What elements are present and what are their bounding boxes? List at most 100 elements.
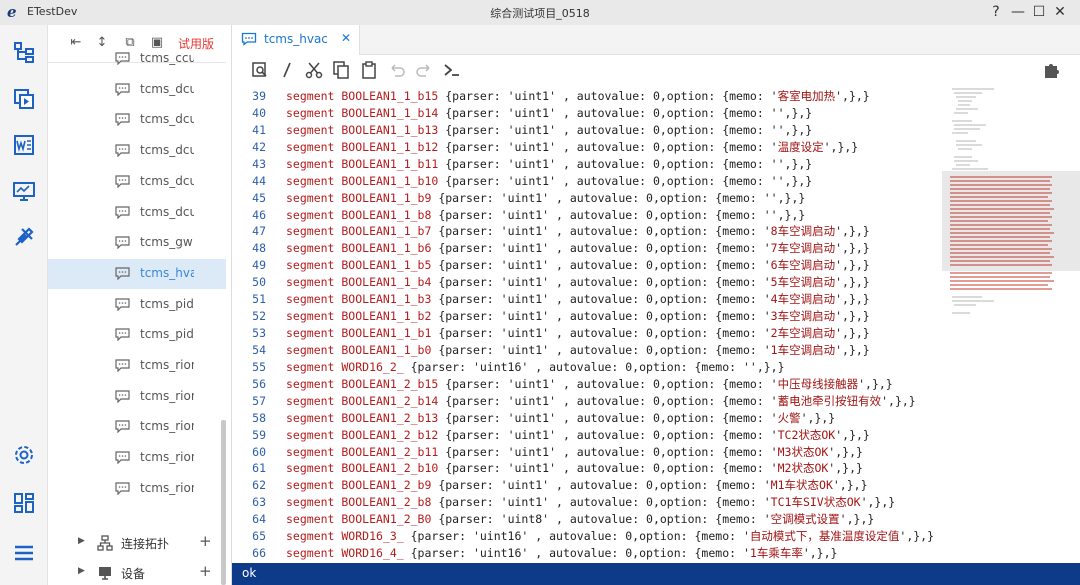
redo-icon[interactable] — [414, 60, 434, 80]
line-number: 53 — [252, 326, 266, 341]
comment-icon — [115, 52, 130, 65]
code-text: segment BOOLEAN1_1_b6 {parser: 'uint1' ,… — [286, 241, 870, 256]
tree-item[interactable]: tcms_rion — [48, 474, 226, 504]
tools-icon[interactable] — [12, 225, 36, 249]
tree-item[interactable]: tcms_ccu — [48, 44, 226, 74]
tree-item[interactable]: tcms_gw — [48, 228, 226, 258]
minimize-button[interactable]: — — [1007, 2, 1029, 22]
comment-icon — [241, 32, 257, 46]
tree-item[interactable]: tcms_pids — [48, 290, 226, 320]
tree-group-label: 连接拓扑 — [121, 537, 170, 551]
code-text: segment BOOLEAN1_1_b12 {parser: 'uint1' … — [286, 139, 859, 154]
line-number: 45 — [252, 190, 266, 205]
tree-item[interactable]: tcms_rion — [48, 382, 226, 412]
menu-icon[interactable] — [12, 541, 36, 565]
line-number: 52 — [252, 309, 266, 324]
code-text: segment BOOLEAN1_1_b11 {parser: 'uint1' … — [286, 156, 813, 171]
tree-item[interactable]: tcms_hva — [48, 258, 226, 289]
title-bar: e ETestDev 综合测试项目_0518 ? — ☐ ✕ — [0, 0, 1080, 25]
code-line: 48 segment BOOLEAN1_1_b6 {parser: 'uint1'… — [232, 240, 942, 257]
comment-icon — [115, 297, 130, 311]
code-line: 46 segment BOOLEAN1_1_b8 {parser: 'uint1'… — [232, 207, 942, 224]
code-text: segment BOOLEAN1_2_b9 {parser: 'uint1' ,… — [286, 478, 868, 493]
copy-play-icon[interactable] — [12, 87, 36, 111]
code-line: 55 segment WORD16_2_ {parser: 'uint16' , … — [232, 359, 942, 376]
plugin-icon[interactable] — [1042, 60, 1062, 80]
copy-icon[interactable] — [331, 60, 351, 80]
comment-icon — [115, 451, 130, 465]
tree-item-label: tcms_hva — [140, 265, 194, 280]
tab-tcms-hvac[interactable]: tcms_hvac ✕ — [232, 25, 360, 55]
code-text: segment BOOLEAN1_1_b7 {parser: 'uint1' ,… — [286, 224, 870, 239]
undo-icon[interactable] — [387, 60, 407, 80]
code-view[interactable]: 39 segment BOOLEAN1_1_b15 {parser: 'uint1… — [232, 87, 942, 563]
minimap[interactable] — [942, 85, 1080, 563]
code-line: 56 segment BOOLEAN1_2_b15 {parser: 'uint1… — [232, 376, 942, 393]
line-number: 43 — [252, 156, 266, 171]
code-line: 63 segment BOOLEAN1_2_b8 {parser: 'uint1'… — [232, 494, 942, 511]
tree-group-topology[interactable]: ▶ 连接拓扑 + — [48, 530, 226, 556]
tree-item[interactable]: tcms_dcu — [48, 136, 226, 166]
tree-item-label: tcms_ccu — [140, 51, 194, 65]
add-device-button[interactable]: + — [199, 562, 212, 580]
code-text: segment BOOLEAN1_2_b15 {parser: 'uint1' … — [286, 376, 893, 391]
code-line: 51 segment BOOLEAN1_1_b3 {parser: 'uint1'… — [232, 291, 942, 308]
code-line: 39 segment BOOLEAN1_1_b15 {parser: 'uint1… — [232, 88, 942, 105]
line-number: 50 — [252, 275, 266, 290]
comment-toggle-icon[interactable] — [277, 60, 297, 80]
tree-item[interactable]: tcms_rion — [48, 412, 226, 442]
tree-item[interactable]: tcms_dcu — [48, 105, 226, 135]
tree-item[interactable]: tcms_dcu — [48, 75, 226, 105]
paste-icon[interactable] — [359, 60, 379, 80]
word-doc-icon[interactable] — [12, 133, 36, 157]
line-number: 57 — [252, 393, 266, 408]
tree-item[interactable]: tcms_dcu — [48, 198, 226, 228]
cut-icon[interactable] — [304, 60, 324, 80]
code-text: segment BOOLEAN1_2_b14 {parser: 'uint1' … — [286, 393, 916, 408]
help-button[interactable]: ? — [985, 2, 1007, 22]
comment-icon — [115, 420, 130, 434]
code-text: segment BOOLEAN1_1_b5 {parser: 'uint1' ,… — [286, 258, 870, 273]
tree-item-label: tcms_rion — [140, 388, 194, 403]
add-topology-button[interactable]: + — [199, 532, 212, 550]
structure-icon[interactable] — [12, 40, 36, 64]
tree-item[interactable]: tcms_rion — [48, 443, 226, 473]
code-line: 54 segment BOOLEAN1_1_b0 {parser: 'uint1'… — [232, 342, 942, 359]
code-line: 62 segment BOOLEAN1_2_b9 {parser: 'uint1'… — [232, 477, 942, 494]
code-line: 66 segment WORD16_4_ {parser: 'uint16' , … — [232, 545, 942, 562]
expand-arrow-icon[interactable]: ▶ — [78, 536, 85, 546]
line-number: 60 — [252, 444, 266, 459]
find-icon[interactable] — [250, 60, 270, 80]
comment-icon — [115, 175, 130, 188]
terminal-icon[interactable] — [442, 60, 462, 80]
line-number: 41 — [252, 122, 266, 137]
tree-group-label: 设备 — [121, 567, 146, 581]
editor-area: tcms_hvac ✕ 39 segment BOOLEAN1_1_b15 {p… — [232, 25, 1080, 585]
window-title: 综合测试项目_0518 — [490, 7, 590, 20]
code-line: 45 segment BOOLEAN1_1_b9 {parser: 'uint1'… — [232, 190, 942, 207]
dashboard-icon[interactable] — [12, 491, 36, 515]
code-line: 61 segment BOOLEAN1_2_b10 {parser: 'uint1… — [232, 460, 942, 477]
tree-item[interactable]: tcms_pids — [48, 320, 226, 350]
tree-group-device[interactable]: ▶ 设备 + — [48, 560, 226, 585]
close-button[interactable]: ✕ — [1049, 2, 1071, 22]
line-number: 46 — [252, 207, 266, 222]
tree-item[interactable]: tcms_dcu — [48, 167, 226, 197]
monitor-icon[interactable] — [12, 179, 36, 203]
code-line: 49 segment BOOLEAN1_1_b5 {parser: 'uint1'… — [232, 257, 942, 274]
line-number: 59 — [252, 427, 266, 442]
code-line: 41 segment BOOLEAN1_1_b13 {parser: 'uint1… — [232, 122, 942, 139]
code-text: segment BOOLEAN1_1_b9 {parser: 'uint1' ,… — [286, 190, 806, 205]
editor-tabs: tcms_hvac ✕ — [232, 25, 1080, 55]
settings-icon[interactable] — [12, 443, 36, 467]
comment-icon — [115, 205, 130, 219]
tree-item[interactable]: tcms_rion — [48, 351, 226, 381]
line-number: 56 — [252, 376, 266, 391]
code-line: 59 segment BOOLEAN1_2_b12 {parser: 'uint1… — [232, 427, 942, 444]
tab-close-icon[interactable]: ✕ — [341, 31, 351, 45]
line-number: 65 — [252, 529, 266, 544]
comment-icon — [115, 390, 130, 403]
maximize-button[interactable]: ☐ — [1028, 2, 1050, 22]
expand-arrow-icon[interactable]: ▶ — [78, 566, 85, 576]
code-line: 53 segment BOOLEAN1_1_b1 {parser: 'uint1'… — [232, 325, 942, 342]
